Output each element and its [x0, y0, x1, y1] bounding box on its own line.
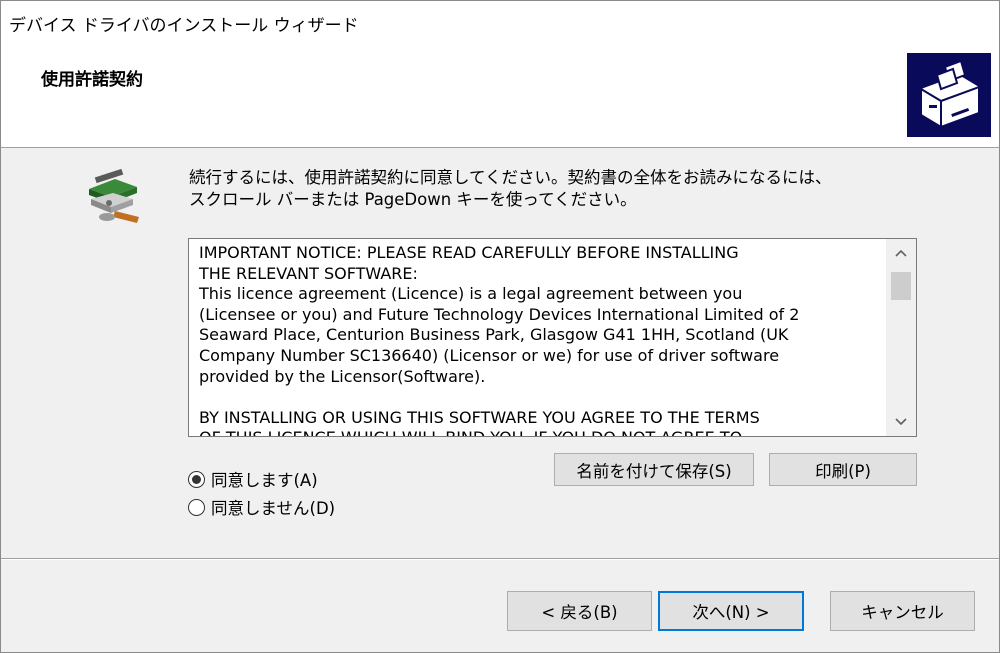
wizard-header: 使用許諾契約: [1, 41, 999, 148]
decline-radio[interactable]: 同意しません(D): [188, 495, 335, 519]
scroll-up-icon[interactable]: [886, 239, 916, 267]
intro-line-1: 続行するには、使用許諾契約に同意してください。契約書の全体をお読みになるには、: [189, 168, 832, 187]
back-button[interactable]: < 戻る(B): [507, 591, 652, 631]
software-disc-icon: [85, 167, 145, 227]
cancel-button[interactable]: キャンセル: [830, 591, 975, 631]
page-title: 使用許諾契約: [41, 70, 143, 90]
accept-radio[interactable]: 同意します(A): [188, 467, 318, 491]
license-textbox[interactable]: IMPORTANT NOTICE: PLEASE READ CAREFULLY …: [188, 238, 917, 437]
print-button[interactable]: 印刷(P): [769, 453, 917, 486]
accept-label[interactable]: 同意します(A): [211, 467, 318, 491]
save-as-button[interactable]: 名前を付けて保存(S): [554, 453, 754, 486]
next-button[interactable]: 次へ(N) >: [658, 591, 804, 631]
scroll-thumb[interactable]: [891, 272, 911, 300]
title-bar[interactable]: デバイス ドライバのインストール ウィザード: [1, 1, 999, 41]
installer-window: デバイス ドライバのインストール ウィザード 使用許諾契約 続行するには、使用許…: [0, 0, 1000, 653]
decline-label[interactable]: 同意しません(D): [211, 495, 335, 519]
intro-instructions: 続行するには、使用許諾契約に同意してください。契約書の全体をお読みになるには、 …: [189, 167, 919, 211]
intro-line-2: スクロール バーまたは PageDown キーを使ってください。: [189, 190, 637, 209]
window-title: デバイス ドライバのインストール ウィザード: [9, 16, 359, 36]
installer-box-icon: [907, 53, 991, 137]
radio-unchecked-icon[interactable]: [188, 498, 205, 516]
scroll-down-icon[interactable]: [886, 408, 916, 436]
footer-divider: [1, 558, 999, 560]
radio-checked-icon[interactable]: [188, 470, 205, 488]
license-text: IMPORTANT NOTICE: PLEASE READ CAREFULLY …: [199, 243, 800, 436]
license-scrollbar[interactable]: [886, 239, 916, 436]
